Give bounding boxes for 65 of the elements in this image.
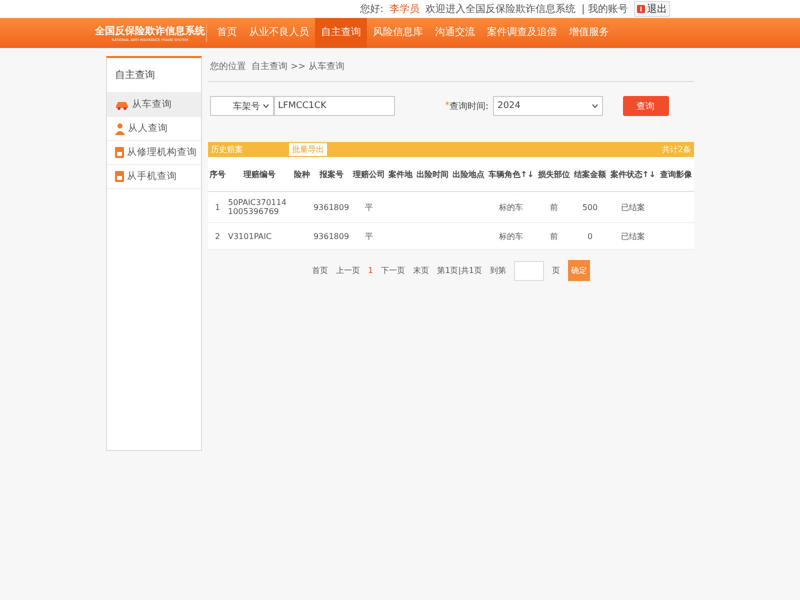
welcome-text: 欢迎进入全国反保险欺诈信息系统	[425, 2, 576, 16]
last-page-link[interactable]: 末页	[413, 265, 430, 276]
search-input[interactable]: LFMCC1CK	[274, 96, 395, 116]
table-cell: 已结案	[620, 202, 645, 212]
column-header: 案件状态↑↓	[608, 157, 658, 192]
column-header: 险种	[292, 157, 312, 192]
column-header: 案件地	[387, 157, 414, 192]
page-number[interactable]: 1	[368, 266, 374, 275]
column-header: 序号	[208, 157, 227, 192]
column-header: 查询影像	[658, 157, 694, 192]
column-header: 理赔编号	[226, 157, 292, 192]
total-count: 共计2条	[662, 144, 691, 155]
column-header: 出险地点	[450, 157, 486, 192]
sidebar-item[interactable]: 从修理机构查询	[107, 141, 201, 165]
table-cell: 标的车	[499, 202, 524, 212]
page-unit: 页	[552, 265, 560, 276]
user-link[interactable]: 李学员	[389, 2, 420, 16]
greeting-text: 您好:	[360, 3, 384, 16]
power-icon	[637, 5, 645, 13]
car-icon	[115, 100, 129, 110]
breadcrumb: 您的位置 自主查询 >> 从车查询	[208, 56, 694, 82]
table-title: 历史赔案	[211, 144, 243, 155]
first-page-link[interactable]: 首页	[312, 265, 328, 276]
column-header: 出险时间	[414, 157, 450, 192]
table-cell: 平	[365, 202, 374, 212]
column-header: 报案号	[311, 157, 352, 192]
table-cell: 9361809	[313, 202, 350, 212]
account-link[interactable]: | 我的账号	[581, 2, 628, 16]
table-cell: 0	[587, 232, 593, 240]
table-cell: 9361809	[313, 232, 350, 240]
table-cell: 1	[214, 202, 220, 212]
time-select[interactable]: 2024	[492, 96, 603, 116]
prev-page-link[interactable]: 上一页	[336, 265, 360, 276]
next-page-link[interactable]: 下一页	[381, 265, 406, 276]
table-cell: 已结案	[620, 232, 645, 240]
column-header: 理赔公司	[351, 157, 387, 192]
table-cell: 前	[550, 202, 558, 212]
column-header: 车辆角色↑↓	[486, 157, 536, 192]
sidebar-item[interactable]: 从车查询	[107, 93, 201, 117]
nav-tab[interactable]: 自主查询	[315, 18, 367, 48]
table-cell: 50PAIC3701141005396769	[228, 198, 286, 216]
page-input[interactable]	[514, 260, 544, 280]
goto-label: 到第	[490, 265, 506, 276]
table-cell: 平	[365, 232, 374, 240]
column-header: 损失部位	[536, 157, 572, 192]
chevron-down-icon	[592, 104, 598, 108]
column-header: 结案金额	[572, 157, 608, 192]
logo-title: 全国反保险欺诈信息系统	[95, 24, 205, 38]
query-button[interactable]: 查询	[622, 96, 669, 116]
document-icon	[115, 147, 124, 158]
field-type-select[interactable]: 车架号	[210, 96, 274, 116]
table-cell: 2	[214, 232, 220, 240]
sidebar-item[interactable]: 从手机查询	[107, 165, 201, 189]
page-info: 第1页|共1页	[437, 265, 482, 276]
table-cell: V3101PAIC	[228, 232, 272, 240]
document-icon	[115, 171, 124, 182]
table-cell: 标的车	[499, 232, 524, 240]
time-label: 查询时间:	[450, 100, 489, 112]
person-icon	[115, 122, 125, 134]
logout-button[interactable]: 退出	[634, 1, 670, 17]
sidebar-item[interactable]: 从人查询	[107, 117, 201, 141]
table-cell: 500	[582, 202, 598, 212]
table-cell: 前	[550, 232, 558, 240]
required-mark: *	[445, 101, 450, 111]
chevron-down-icon	[263, 104, 269, 108]
